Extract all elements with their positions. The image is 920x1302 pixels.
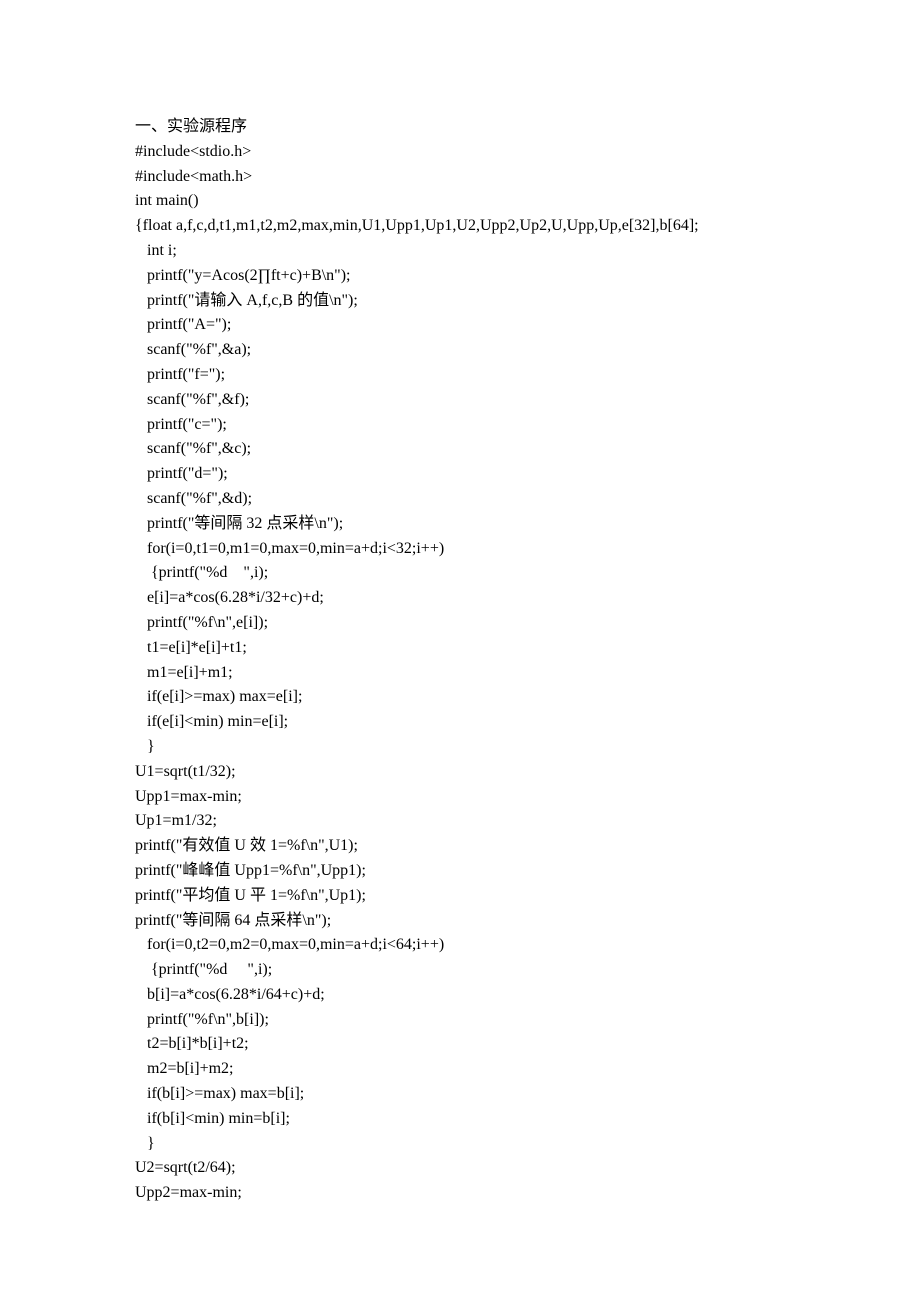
code-line: b[i]=a*cos(6.28*i/64+c)+d; [135,983,785,1008]
code-line: U1=sqrt(t1/32); [135,760,785,785]
code-line: #include<stdio.h> [135,140,785,165]
code-line: int main() [135,189,785,214]
code-line: U2=sqrt(t2/64); [135,1156,785,1181]
code-line: printf("峰峰值 Upp1=%f\n",Upp1); [135,859,785,884]
code-line: m2=b[i]+m2; [135,1057,785,1082]
code-line: printf("%f\n",b[i]); [135,1008,785,1033]
code-line: {printf("%d ",i); [135,958,785,983]
code-line: } [135,1132,785,1157]
code-line: scanf("%f",&c); [135,437,785,462]
code-line: printf("d="); [135,462,785,487]
code-line: printf("有效值 U 效 1=%f\n",U1); [135,834,785,859]
code-line: Upp2=max-min; [135,1181,785,1206]
code-line: {printf("%d ",i); [135,561,785,586]
code-line: printf("c="); [135,413,785,438]
code-line: printf("f="); [135,363,785,388]
code-line: t1=e[i]*e[i]+t1; [135,636,785,661]
code-line: scanf("%f",&f); [135,388,785,413]
code-line: printf("平均值 U 平 1=%f\n",Up1); [135,884,785,909]
code-line: for(i=0,t2=0,m2=0,max=0,min=a+d;i<64;i++… [135,933,785,958]
code-line: for(i=0,t1=0,m1=0,max=0,min=a+d;i<32;i++… [135,537,785,562]
code-line: } [135,735,785,760]
code-line: printf("y=Acos(2∏ft+c)+B\n"); [135,264,785,289]
code-line: Upp1=max-min; [135,785,785,810]
code-line: printf("请输入 A,f,c,B 的值\n"); [135,289,785,314]
code-line: 一、实验源程序 [135,115,785,140]
code-line: if(e[i]>=max) max=e[i]; [135,685,785,710]
code-line: Up1=m1/32; [135,809,785,834]
code-line: m1=e[i]+m1; [135,661,785,686]
code-line: if(b[i]<min) min=b[i]; [135,1107,785,1132]
code-line: int i; [135,239,785,264]
code-line: scanf("%f",&a); [135,338,785,363]
code-line: printf("等间隔 32 点采样\n"); [135,512,785,537]
code-line: printf("等间隔 64 点采样\n"); [135,909,785,934]
code-line: printf("A="); [135,313,785,338]
code-line: if(e[i]<min) min=e[i]; [135,710,785,735]
code-block: 一、实验源程序#include<stdio.h>#include<math.h>… [135,115,785,1206]
code-line: printf("%f\n",e[i]); [135,611,785,636]
code-line: if(b[i]>=max) max=b[i]; [135,1082,785,1107]
code-line: #include<math.h> [135,165,785,190]
code-line: e[i]=a*cos(6.28*i/32+c)+d; [135,586,785,611]
code-line: {float a,f,c,d,t1,m1,t2,m2,max,min,U1,Up… [135,214,785,239]
code-line: t2=b[i]*b[i]+t2; [135,1032,785,1057]
code-line: scanf("%f",&d); [135,487,785,512]
